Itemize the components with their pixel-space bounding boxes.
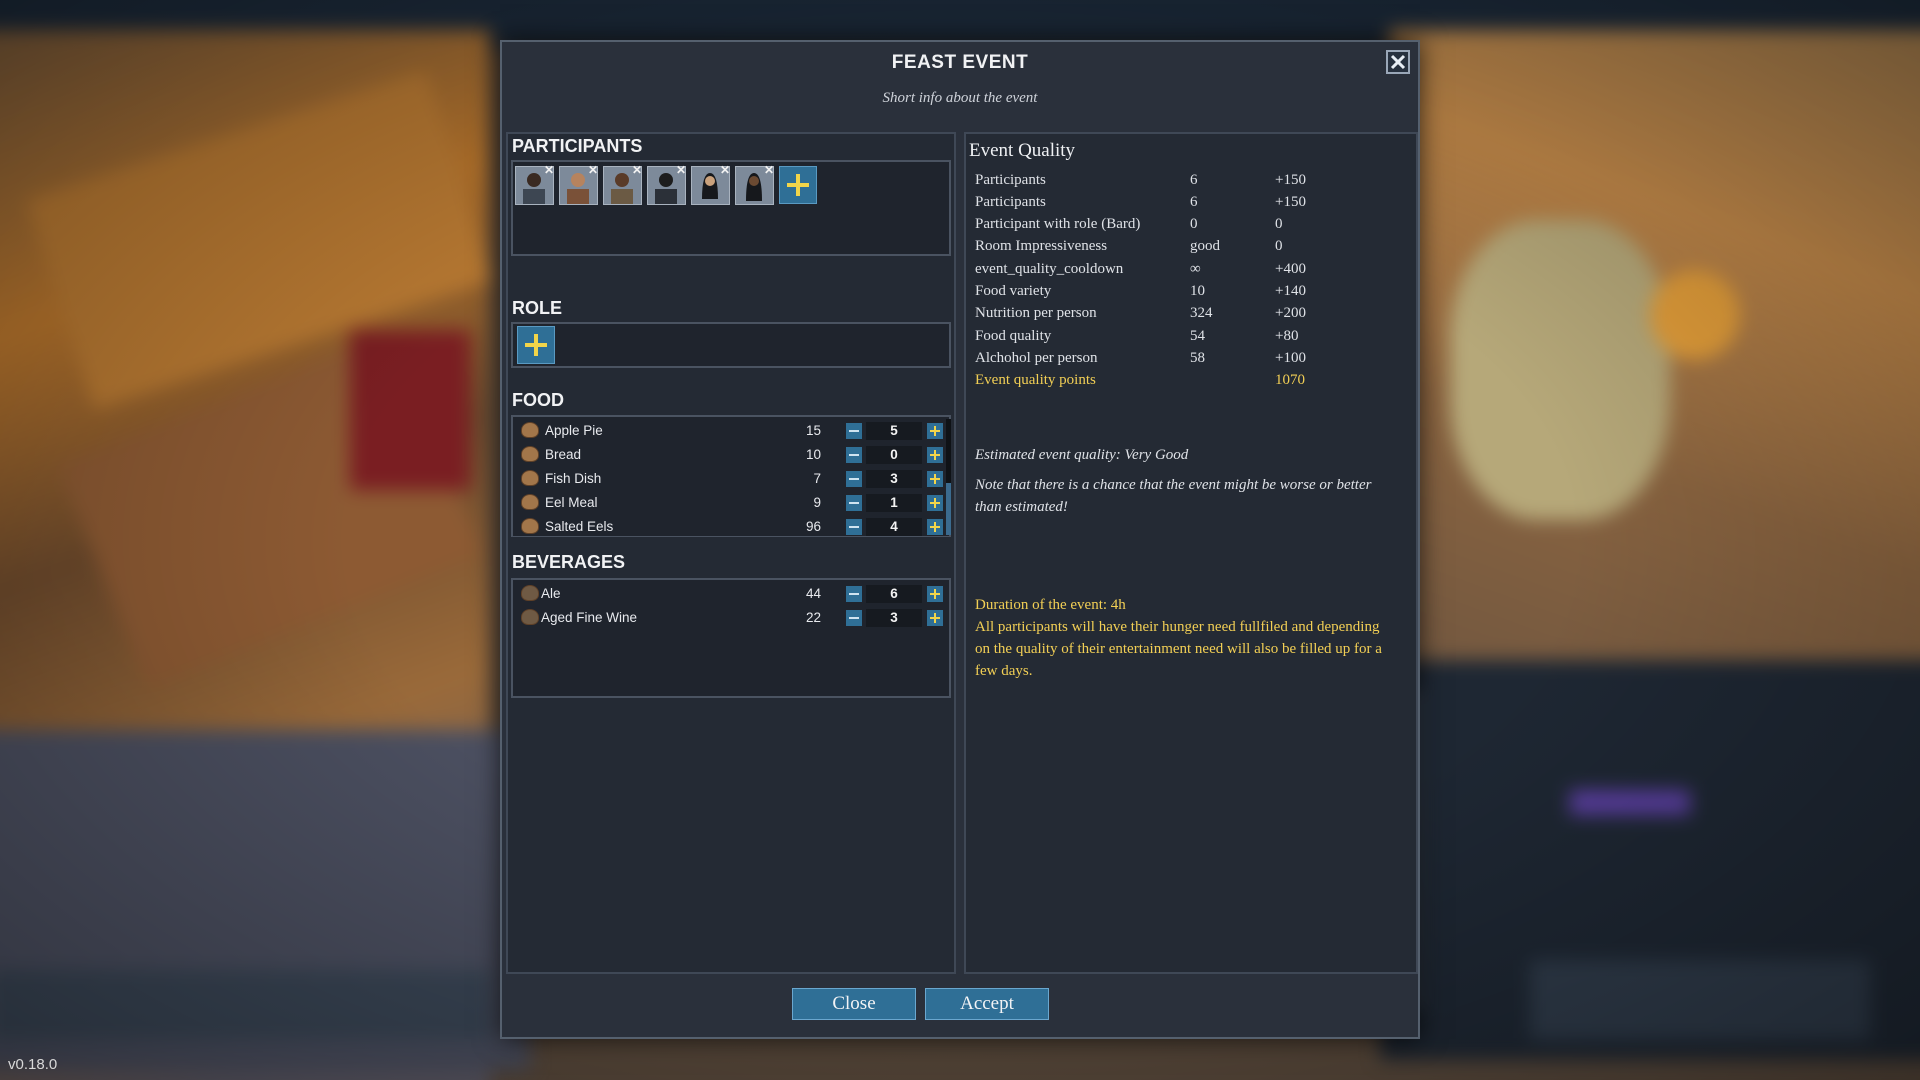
participant-portrait[interactable]: ✕ <box>559 163 598 205</box>
quality-row: Alchohol per person 58 +100 <box>975 350 1306 366</box>
quality-row: event_quality_cooldown ∞ +400 <box>975 261 1306 277</box>
participant-portrait[interactable]: ✕ <box>691 163 730 205</box>
participant-portrait[interactable]: ✕ <box>515 163 554 205</box>
decrease-button[interactable] <box>846 519 862 535</box>
quality-row: Room Impressiveness good 0 <box>975 238 1283 254</box>
increase-button[interactable] <box>927 586 943 602</box>
add-role-button[interactable] <box>517 326 555 364</box>
remove-participant-icon[interactable]: ✕ <box>676 163 686 177</box>
amount-field[interactable]: 3 <box>866 470 922 488</box>
increase-button[interactable] <box>927 471 943 487</box>
version-label: v0.18.0 <box>8 1056 58 1073</box>
feast-event-dialog: FEAST EVENT Short info about the event P… <box>500 40 1420 1039</box>
decrease-button[interactable] <box>846 447 862 463</box>
remove-participant-icon[interactable]: ✕ <box>544 163 554 177</box>
ale-icon <box>521 585 539 601</box>
food-row: Eel Meal 9 1 <box>513 491 943 515</box>
decrease-button[interactable] <box>846 495 862 511</box>
quality-total-row: Event quality points 1070 <box>975 372 1305 388</box>
apple-pie-icon <box>521 422 539 438</box>
quality-row: Participants 6 +150 <box>975 194 1306 210</box>
participant-portrait[interactable]: ✕ <box>735 163 774 205</box>
increase-button[interactable] <box>927 610 943 626</box>
salted-eels-icon <box>521 518 539 534</box>
decrease-button[interactable] <box>846 471 862 487</box>
amount-field[interactable]: 6 <box>866 585 922 603</box>
event-quality-panel: Event Quality Participants 6 +150 Particip… <box>964 132 1418 974</box>
event-quality-heading: Event Quality <box>969 140 1076 161</box>
increase-button[interactable] <box>927 423 943 439</box>
food-row: Apple Pie 15 5 <box>513 419 943 443</box>
add-participant-button[interactable] <box>779 166 817 204</box>
remove-participant-icon[interactable]: ✕ <box>764 163 774 177</box>
duration-text: Duration of the event: 4h <box>975 597 1126 613</box>
decrease-button[interactable] <box>846 610 862 626</box>
food-list: Apple Pie 15 5 Bread 10 0 Fish Dish 7 3 <box>511 415 951 537</box>
food-scrollbar[interactable] <box>946 419 951 535</box>
dialog-title: FEAST EVENT <box>891 52 1029 73</box>
increase-button[interactable] <box>927 519 943 535</box>
estimate-text: Estimated event quality: Very Good <box>975 447 1189 463</box>
effect-text: All participants will have their hunger … <box>975 619 1382 679</box>
role-heading: ROLE <box>512 298 563 318</box>
beverage-row: Aged Fine Wine 22 3 <box>513 606 943 630</box>
participant-portrait[interactable]: ✕ <box>647 163 686 205</box>
increase-button[interactable] <box>927 447 943 463</box>
food-heading: FOOD <box>512 390 564 410</box>
beverages-list: Ale 44 6 Aged Fine Wine 22 3 <box>511 578 951 698</box>
food-row: Fish Dish 7 3 <box>513 467 943 491</box>
left-panel: PARTICIPANTS ✕ ✕ ✕ ✕ ✕ ✕ ROLE FOOD Apple… <box>506 132 956 974</box>
remove-participant-icon[interactable]: ✕ <box>720 163 730 177</box>
quality-row: Food quality 54 +80 <box>975 328 1299 344</box>
close-button[interactable]: Close <box>792 988 916 1020</box>
food-row: Bread 10 0 <box>513 443 943 467</box>
participants-heading: PARTICIPANTS <box>512 136 643 156</box>
food-row: Salted Eels 96 4 <box>513 515 943 539</box>
quality-row: Participants 6 +150 <box>975 172 1306 188</box>
amount-field[interactable]: 0 <box>866 446 922 464</box>
remove-participant-icon[interactable]: ✕ <box>632 163 642 177</box>
role-box <box>511 322 951 368</box>
dialog-subtitle: Short info about the event <box>882 90 1038 106</box>
decrease-button[interactable] <box>846 586 862 602</box>
quality-row: Participant with role (Bard) 0 0 <box>975 216 1283 232</box>
amount-field[interactable]: 1 <box>866 494 922 512</box>
participant-portrait[interactable]: ✕ <box>603 163 642 205</box>
eel-meal-icon <box>521 494 539 510</box>
quality-row: Nutrition per person 324 +200 <box>975 305 1306 321</box>
quality-row: Food variety 10 +140 <box>975 283 1306 299</box>
bread-icon <box>521 446 539 462</box>
amount-field[interactable]: 3 <box>866 609 922 627</box>
beverages-heading: BEVERAGES <box>512 552 626 572</box>
amount-field[interactable]: 5 <box>866 422 922 440</box>
warning-text: Note that there is a chance that the eve… <box>975 477 1372 515</box>
decrease-button[interactable] <box>846 423 862 439</box>
close-x-icon[interactable] <box>1386 50 1410 74</box>
participants-box: ✕ ✕ ✕ ✕ ✕ ✕ <box>511 160 951 256</box>
wine-icon <box>521 609 539 625</box>
amount-field[interactable]: 4 <box>866 518 922 536</box>
increase-button[interactable] <box>927 495 943 511</box>
remove-participant-icon[interactable]: ✕ <box>588 163 598 177</box>
accept-button[interactable]: Accept <box>925 988 1049 1020</box>
fish-dish-icon <box>521 470 539 486</box>
beverage-row: Ale 44 6 <box>513 582 943 606</box>
